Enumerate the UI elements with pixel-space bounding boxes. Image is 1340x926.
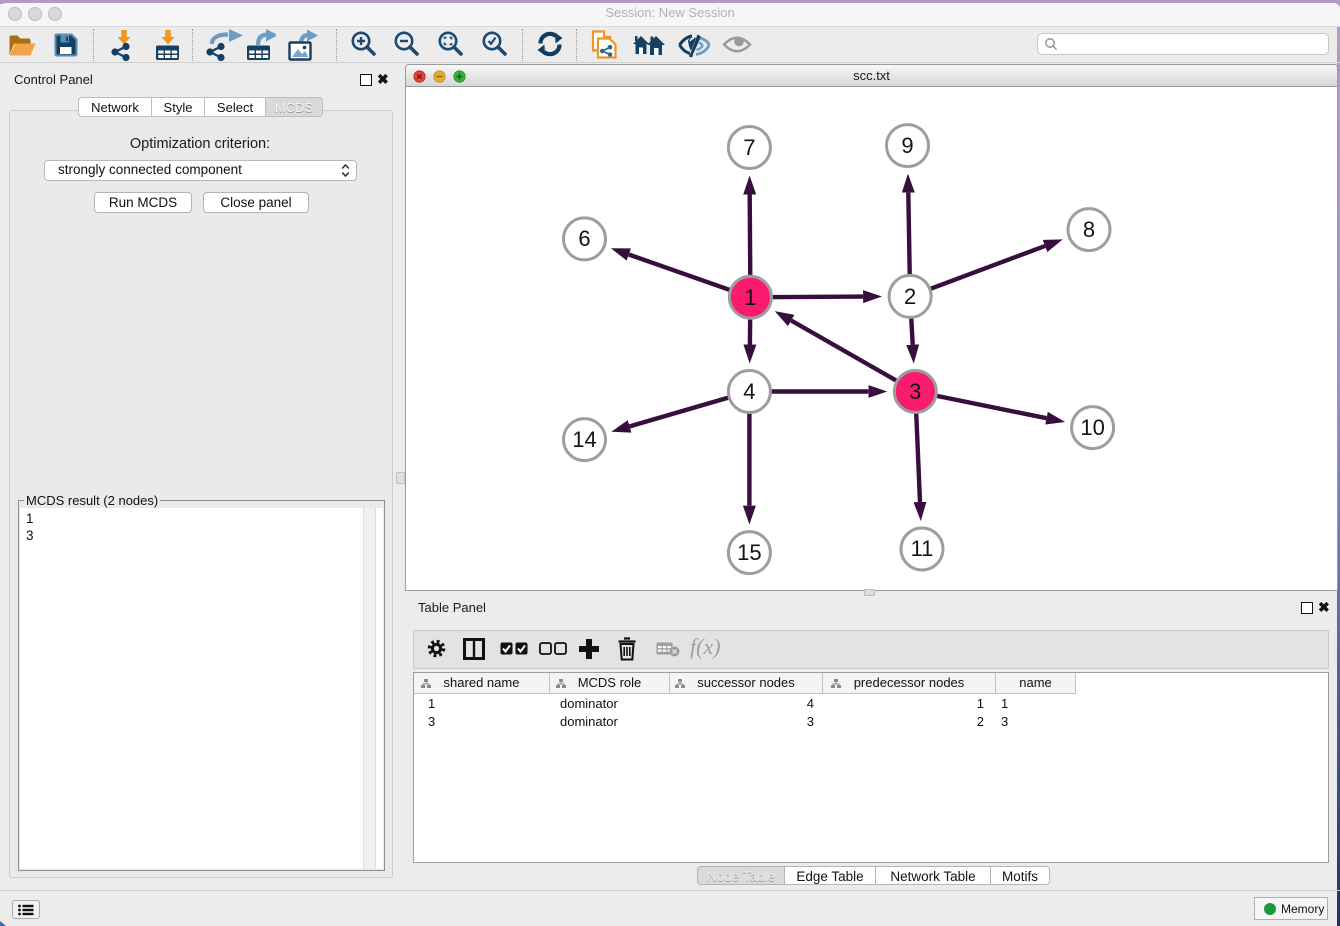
svg-text:10: 10 — [1080, 415, 1104, 440]
svg-text:8: 8 — [1083, 217, 1095, 242]
svg-text:14: 14 — [572, 427, 596, 452]
svg-text:11: 11 — [911, 536, 934, 561]
svg-text:2: 2 — [904, 284, 916, 309]
svg-text:4: 4 — [743, 379, 755, 404]
svg-text:6: 6 — [578, 226, 590, 251]
svg-text:3: 3 — [909, 379, 921, 404]
svg-text:1: 1 — [744, 285, 756, 310]
svg-text:15: 15 — [737, 540, 761, 565]
svg-text:7: 7 — [743, 135, 755, 160]
svg-text:9: 9 — [901, 133, 913, 158]
